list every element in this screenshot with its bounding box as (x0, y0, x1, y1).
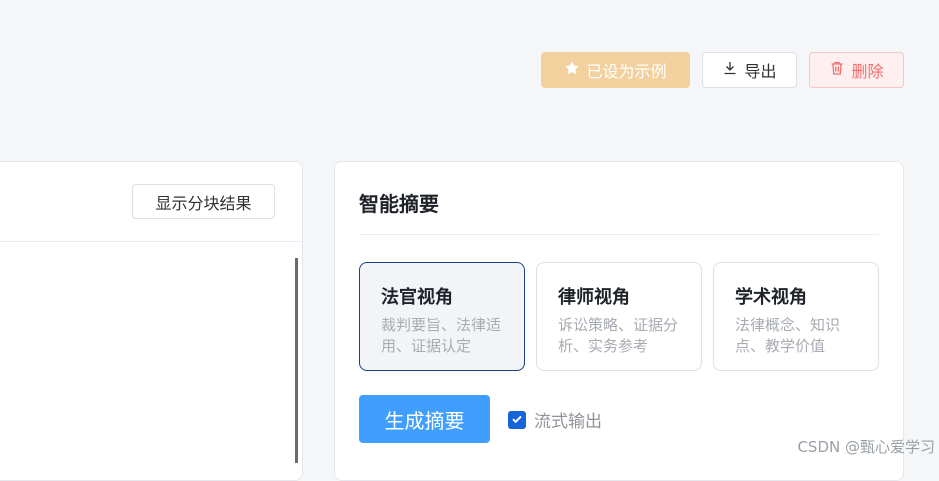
perspective-title: 律师视角 (558, 287, 630, 308)
perspective-desc: 诉讼策略、证据分析、实务参考 (558, 316, 679, 355)
divider (359, 234, 879, 235)
stream-output-label: 流式输出 (534, 412, 602, 432)
document-panel-header: 显示分块结果 (0, 162, 302, 242)
stream-output-checkbox[interactable] (508, 410, 526, 429)
perspective-desc: 法律概念、知识点、教学价值 (735, 316, 841, 355)
summary-title: 智能摘要 (359, 192, 439, 216)
perspective-lawyer-card[interactable]: 律师视角 诉讼策略、证据分析、实务参考 (536, 262, 702, 371)
document-scrollbar[interactable] (295, 258, 298, 463)
star-icon (564, 60, 580, 80)
perspective-judge-card[interactable]: 法官视角 裁判要旨、法律适用、证据认定 (359, 262, 525, 371)
delete-button[interactable]: 删除 (809, 52, 904, 88)
download-icon (722, 60, 738, 80)
document-panel: 显示分块结果 (0, 161, 303, 481)
summary-panel: 智能摘要 法官视角 裁判要旨、法律适用、证据认定 律师视角 诉讼策略、证据分析、… (334, 161, 904, 481)
action-toolbar: 已设为示例 导出 删除 (541, 52, 904, 88)
set-as-example-label: 已设为示例 (586, 62, 667, 81)
stream-output-option[interactable]: 流式输出 (508, 407, 602, 432)
generate-summary-button[interactable]: 生成摘要 (359, 395, 490, 443)
show-chunks-button[interactable]: 显示分块结果 (132, 184, 275, 219)
delete-label: 删除 (851, 62, 884, 81)
perspective-title: 学术视角 (735, 287, 807, 308)
export-label: 导出 (744, 62, 777, 81)
perspective-academic-card[interactable]: 学术视角 法律概念、知识点、教学价值 (713, 262, 879, 371)
trash-icon (829, 60, 845, 80)
perspective-desc: 裁判要旨、法律适用、证据认定 (381, 316, 502, 355)
perspective-title: 法官视角 (381, 287, 453, 308)
watermark: CSDN @甄心爱学习 (797, 438, 935, 456)
export-button[interactable]: 导出 (702, 52, 797, 88)
set-as-example-button[interactable]: 已设为示例 (541, 52, 690, 88)
check-icon (511, 410, 523, 429)
